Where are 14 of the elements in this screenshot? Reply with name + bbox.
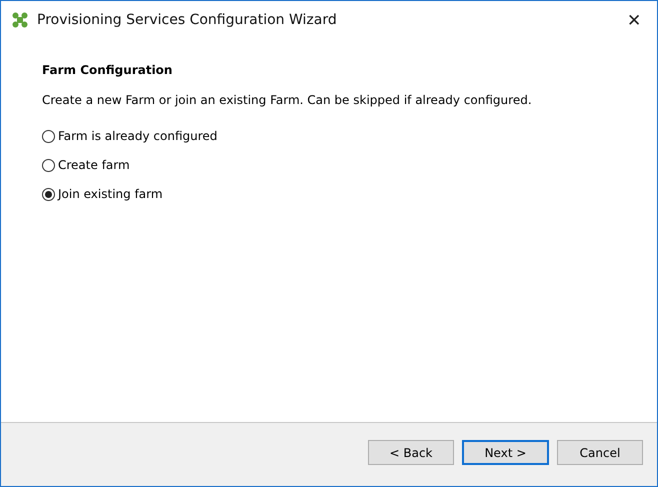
radio-button[interactable] <box>42 130 55 142</box>
radio-button[interactable] <box>42 158 55 172</box>
page-heading: Farm Configuration <box>42 63 174 77</box>
close-button[interactable]: ✕ <box>621 10 647 30</box>
logo-icon <box>12 12 28 28</box>
radio-label: Create farm <box>58 158 130 172</box>
radio-label: Join existing farm <box>58 187 163 201</box>
wizard-button[interactable]: < Back <box>368 440 454 465</box>
window-title: Provisioning Services Configuration Wizard <box>37 12 338 28</box>
radio-button[interactable] <box>42 188 55 200</box>
page-description: Create a new Farm or join an existing Farm. Can be skipped if already configured. <box>42 93 533 107</box>
wizard-button[interactable]: Next > <box>462 440 549 465</box>
wizard-button[interactable]: Cancel <box>557 440 643 465</box>
radio-label: Farm is already configured <box>58 129 218 143</box>
